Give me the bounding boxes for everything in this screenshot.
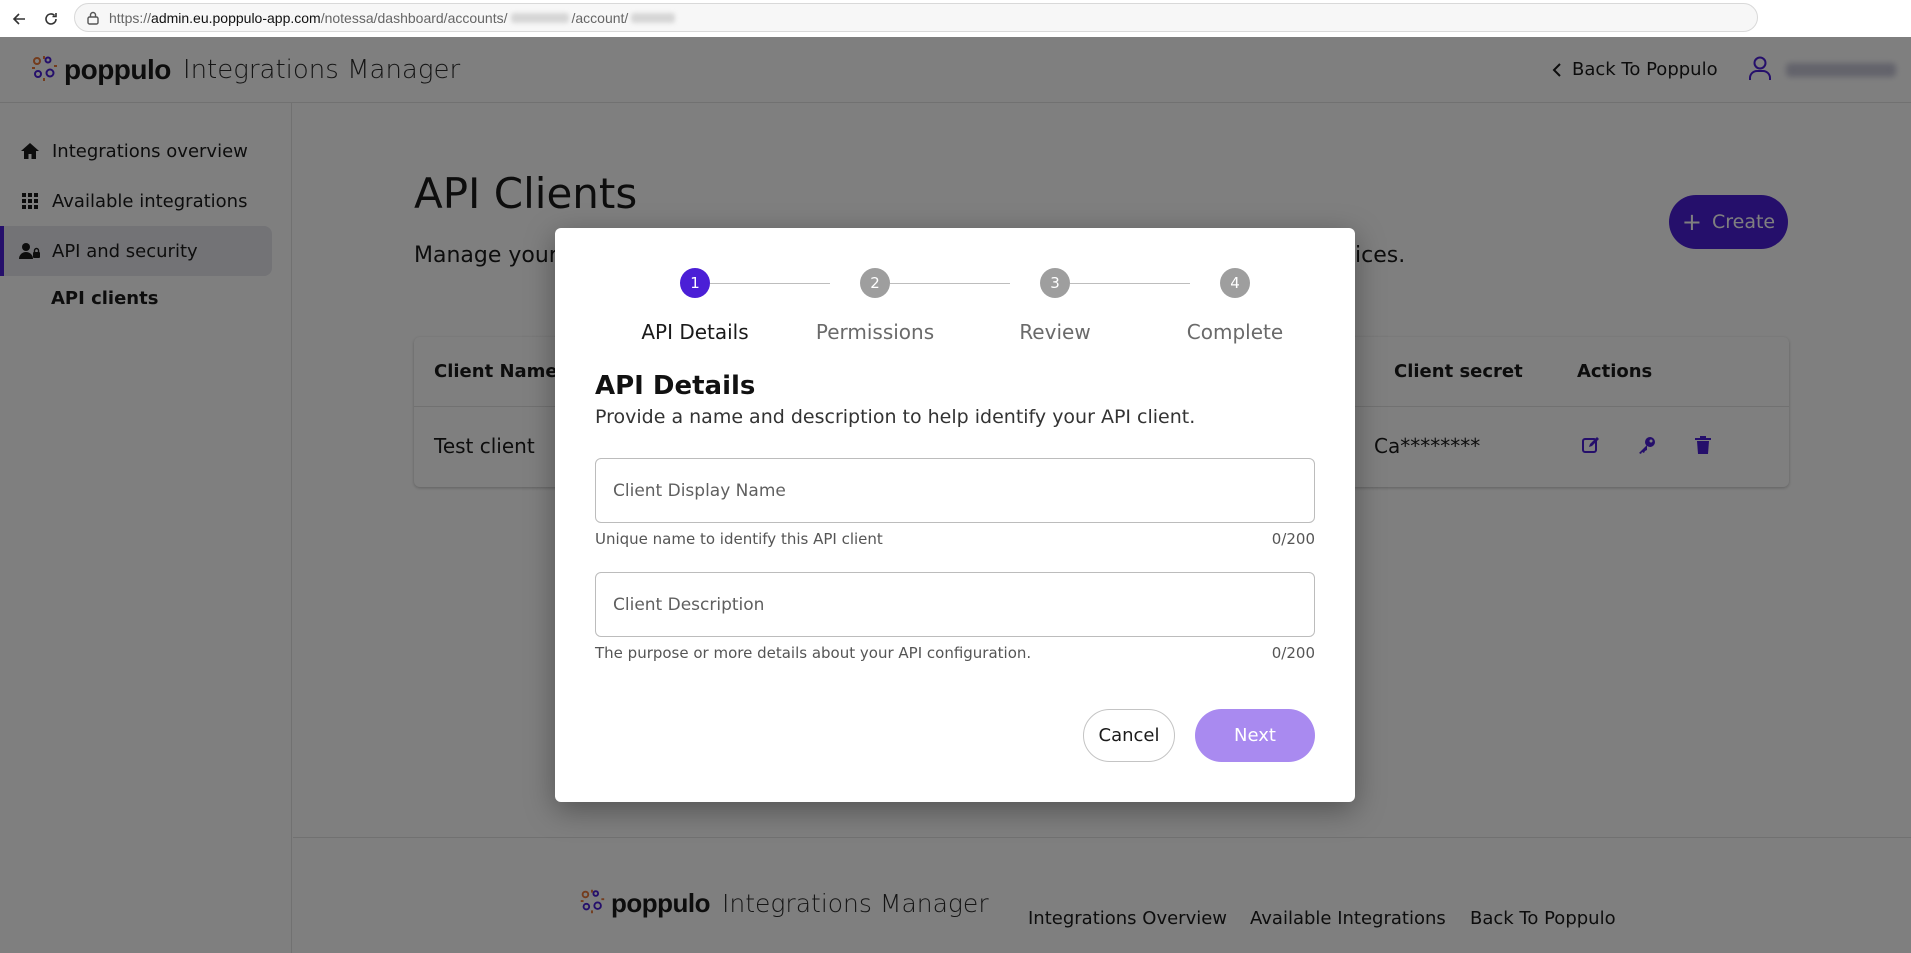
address-bar[interactable]: https://admin.eu.poppulo-app.com/notessa…: [74, 3, 1758, 32]
url-path-account: /account/: [571, 9, 629, 26]
dialog-heading: API Details: [595, 371, 756, 401]
redacted-segment: [631, 12, 676, 23]
step-api-details: 1 API Details: [625, 268, 765, 344]
create-api-client-dialog: 1 API Details 2 Permissions 3 Review 4 C…: [555, 228, 1355, 802]
client-display-name-helper: Unique name to identify this API client …: [595, 530, 1315, 548]
url-scheme: https://: [109, 9, 152, 26]
character-counter: 0/200: [1271, 530, 1315, 548]
character-counter: 0/200: [1271, 644, 1315, 662]
client-description-field[interactable]: [595, 572, 1315, 637]
helper-text: The purpose or more details about your A…: [595, 644, 1032, 662]
client-display-name-input[interactable]: [596, 459, 1314, 522]
step-label: Permissions: [815, 320, 935, 344]
step-number: 1: [680, 268, 710, 298]
cancel-button[interactable]: Cancel: [1083, 709, 1175, 762]
step-number: 3: [1040, 268, 1070, 298]
client-display-name-field[interactable]: [595, 458, 1315, 523]
dialog-subheading: Provide a name and description to help i…: [595, 406, 1196, 428]
step-label: Review: [1019, 320, 1091, 344]
helper-text: Unique name to identify this API client: [595, 530, 883, 548]
browser-toolbar: https://admin.eu.poppulo-app.com/notessa…: [0, 0, 1911, 37]
client-description-input[interactable]: [596, 573, 1314, 636]
back-arrow-icon[interactable]: [6, 6, 32, 32]
next-button[interactable]: Next: [1195, 709, 1315, 762]
site-info-icon[interactable]: [87, 11, 99, 25]
step-label: API Details: [641, 320, 749, 344]
url-host: admin.eu.poppulo-app.com: [151, 9, 321, 26]
reload-icon[interactable]: [38, 6, 64, 32]
step-complete: 4 Complete: [1165, 268, 1305, 344]
step-review: 3 Review: [985, 268, 1125, 344]
step-label: Complete: [1186, 320, 1284, 344]
url-path: /notessa/dashboard/accounts/: [320, 9, 508, 26]
step-number: 2: [860, 268, 890, 298]
redacted-segment: [510, 12, 569, 23]
step-number: 4: [1220, 268, 1250, 298]
step-permissions: 2 Permissions: [805, 268, 945, 344]
client-description-helper: The purpose or more details about your A…: [595, 644, 1315, 662]
